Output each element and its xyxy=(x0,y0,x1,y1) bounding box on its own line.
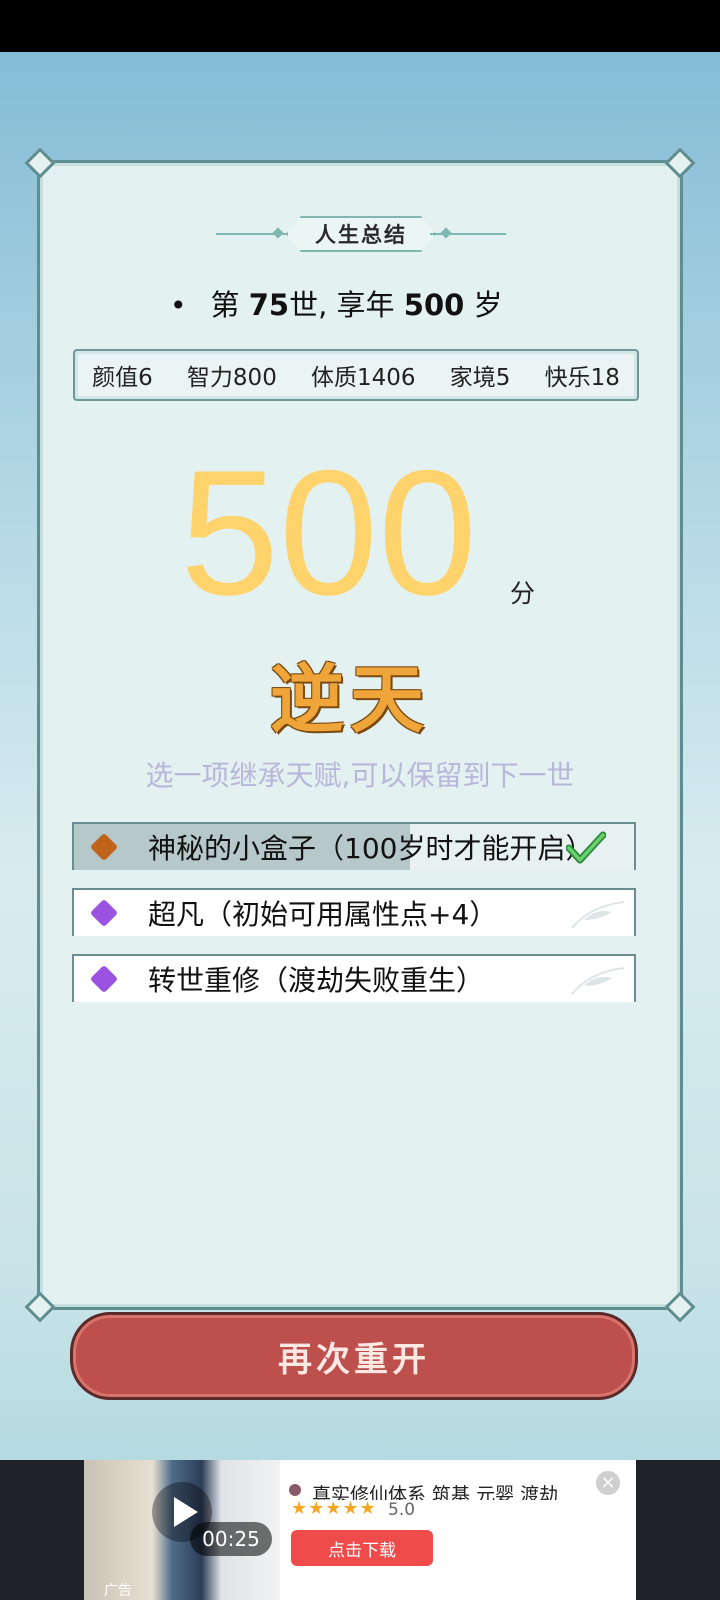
age-suffix: 岁 xyxy=(473,288,503,322)
bamboo-leaf-icon xyxy=(571,901,625,929)
check-icon xyxy=(566,831,606,864)
talent-rarity-icon xyxy=(89,964,119,994)
talent-option-2[interactable]: 超凡（初始可用属性点+4） xyxy=(72,888,636,936)
ad-label: 广告 xyxy=(104,1583,132,1599)
status-bar xyxy=(0,0,720,52)
talent-rarity-icon xyxy=(89,832,119,862)
talent-option-3[interactable]: 转世重修（渡劫失败重生） xyxy=(72,954,636,1002)
life-summary: • 第 75世, 享年 500 岁 xyxy=(170,282,503,324)
stat-family: 家境5 xyxy=(449,365,511,391)
title-ornament xyxy=(272,227,284,239)
attribute-stats: 颜值6 智力800 体质1406 家境5 快乐18 xyxy=(73,349,639,401)
page-title: 人生总结 xyxy=(315,222,407,247)
talent-option-1[interactable]: 神秘的小盒子（100岁时才能开启） xyxy=(72,822,636,870)
title-frame: 人生总结 xyxy=(286,216,436,252)
restart-button-label: 再次重开 xyxy=(278,1339,430,1380)
panel-corner xyxy=(664,147,696,179)
final-score: 500 xyxy=(180,433,477,632)
summary-header: 人生总结 xyxy=(216,214,506,254)
inherit-hint: 选一项继承天赋,可以保留到下一世 xyxy=(145,759,575,792)
life-prefix: 第 xyxy=(210,288,240,322)
bullet-icon: • xyxy=(170,289,187,322)
star-rating-icon: ★★★★★ xyxy=(291,1498,377,1519)
rank-title: 逆天 xyxy=(270,657,430,743)
score-unit: 分 xyxy=(510,579,536,608)
stat-appearance: 颜值6 xyxy=(92,365,153,391)
stat-intelligence: 智力800 xyxy=(186,365,277,391)
close-icon[interactable]: × xyxy=(596,1471,620,1495)
ad-video-timer: 00:25 xyxy=(190,1522,272,1556)
panel-corner xyxy=(664,1291,696,1323)
talent-label: 神秘的小盒子（100岁时才能开启） xyxy=(148,832,594,865)
talent-rarity-icon xyxy=(89,898,119,928)
life-mid: 世, 享年 xyxy=(289,288,395,322)
stat-constitution: 体质1406 xyxy=(311,365,416,391)
title-divider-right xyxy=(430,233,506,235)
restart-button[interactable]: 再次重开 xyxy=(70,1312,638,1400)
ad-download-button[interactable]: 点击下载 xyxy=(291,1530,433,1566)
ad-title: 真实修仙体系 筑基 元婴 渡劫 xyxy=(294,1478,594,1500)
stat-happiness: 快乐18 xyxy=(544,365,620,391)
talent-label: 转世重修（渡劫失败重生） xyxy=(148,964,485,997)
ad-rating-value: 5.0 xyxy=(388,1500,416,1520)
life-number: 75 xyxy=(248,288,290,322)
age-number: 500 xyxy=(403,288,465,322)
bamboo-leaf-icon xyxy=(571,967,625,995)
talent-label: 超凡（初始可用属性点+4） xyxy=(148,898,498,931)
panel-corner xyxy=(24,147,56,179)
panel-corner xyxy=(24,1291,56,1323)
